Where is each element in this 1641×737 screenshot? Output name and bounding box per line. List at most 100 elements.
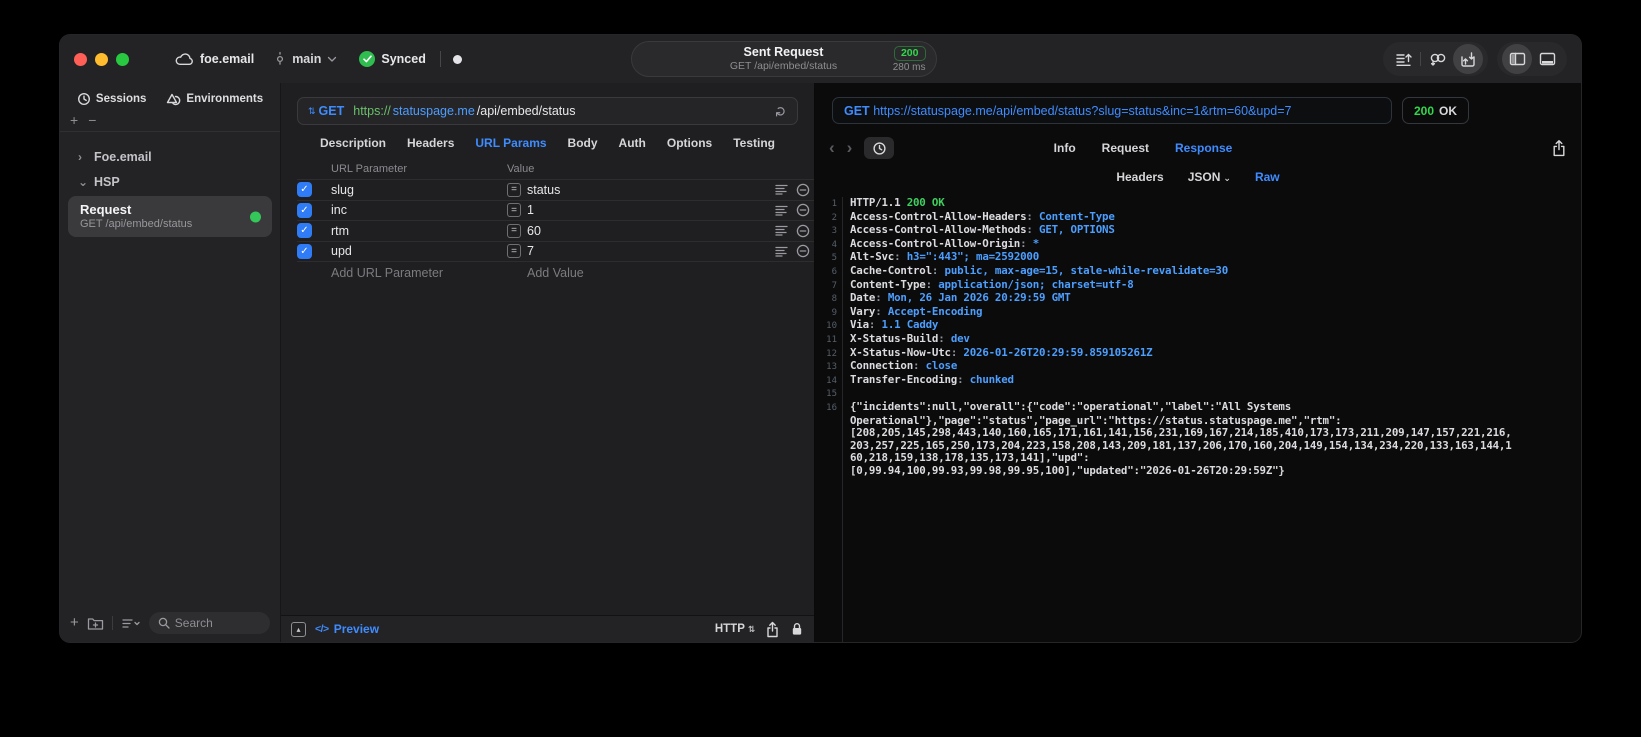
request-tab-url-params[interactable]: URL Params xyxy=(475,136,546,150)
response-url-box[interactable]: GET https://statuspage.me/api/embed/stat… xyxy=(832,97,1392,124)
history-forward-button[interactable]: › xyxy=(847,138,853,158)
list-sort-icon xyxy=(122,618,140,628)
toggle-left-sidebar-button[interactable] xyxy=(1502,44,1532,74)
import-box-icon xyxy=(1461,51,1475,67)
multiline-edit-icon[interactable] xyxy=(775,205,789,216)
sync-status[interactable]: Synced xyxy=(359,51,426,67)
response-tab-response[interactable]: Response xyxy=(1175,141,1232,155)
request-summary-pill[interactable]: Sent Request GET /api/embed/status 200 2… xyxy=(630,41,937,77)
add-session-button[interactable]: + xyxy=(70,113,78,127)
import-request-button[interactable] xyxy=(1453,44,1483,74)
response-tab-request[interactable]: Request xyxy=(1102,141,1149,155)
flow-sync-button[interactable] xyxy=(1423,44,1453,74)
share-request-button[interactable] xyxy=(765,621,780,638)
remove-param-icon[interactable] xyxy=(796,183,810,197)
chevron-down-icon[interactable]: ⌄ xyxy=(78,175,88,189)
response-subtab-raw[interactable]: Raw xyxy=(1255,170,1280,184)
preview-button[interactable]: </> Preview xyxy=(315,622,379,636)
new-folder-button[interactable] xyxy=(87,616,104,631)
request-tab-testing[interactable]: Testing xyxy=(733,136,775,150)
remove-param-icon[interactable] xyxy=(796,203,810,217)
remove-param-icon[interactable] xyxy=(796,244,810,258)
sort-options-button[interactable] xyxy=(121,617,141,630)
response-status-text: OK xyxy=(1439,103,1458,118)
param-checkbox[interactable]: ✓ xyxy=(297,243,312,259)
left-panel-icon xyxy=(1509,52,1525,66)
multiline-edit-icon[interactable] xyxy=(775,246,789,257)
param-value-input[interactable]: 60 xyxy=(527,224,541,238)
remove-session-button[interactable]: − xyxy=(88,113,96,127)
param-name-input[interactable]: rtm xyxy=(331,224,507,238)
lock-button[interactable] xyxy=(790,621,804,637)
protocol-selector[interactable]: HTTP ⇅ xyxy=(715,623,755,635)
response-tab-info[interactable]: Info xyxy=(1054,141,1076,155)
response-subtab-json[interactable]: JSON ⌄ xyxy=(1188,170,1231,184)
add-value-button[interactable]: Add Value xyxy=(507,266,768,280)
branch-selector[interactable]: main xyxy=(274,51,337,67)
column-value: Value xyxy=(507,163,535,175)
param-name-input[interactable]: upd xyxy=(331,244,507,258)
response-subtabs: Headers JSON ⌄ Raw xyxy=(815,170,1581,184)
param-checkbox[interactable]: ✓ xyxy=(297,182,312,198)
method-stepper-icon[interactable]: ⇅ xyxy=(308,106,316,117)
share-icon xyxy=(767,621,778,637)
param-name-input[interactable]: slug xyxy=(331,183,507,197)
response-panel: GET https://statuspage.me/api/embed/stat… xyxy=(815,83,1581,642)
param-checkbox[interactable]: ✓ xyxy=(297,202,312,218)
tree-item-hsp[interactable]: ⌄ HSP xyxy=(66,169,274,194)
equals-icon: = xyxy=(507,182,521,197)
param-value-input[interactable]: 1 xyxy=(527,203,534,217)
code-line: 3 Access-Control-Allow-Methods: GET, OPTI… xyxy=(831,223,1115,237)
response-subtab-headers[interactable]: Headers xyxy=(1116,170,1163,184)
traffic-lights xyxy=(74,52,129,66)
param-checkbox[interactable]: ✓ xyxy=(297,223,312,239)
sidebar-search-input[interactable]: Search xyxy=(148,612,270,634)
column-url-parameter: URL Parameter xyxy=(331,163,408,175)
export-list-button[interactable] xyxy=(1388,44,1418,74)
request-tab-options[interactable]: Options xyxy=(667,136,712,150)
project-selector[interactable]: foe.email xyxy=(175,52,254,66)
code-line: 12 X-Status-Now-Utc: 2026-01-26T20:29:59.… xyxy=(826,345,1153,359)
sync-status-label: Synced xyxy=(381,52,426,66)
history-back-button[interactable]: ‹ xyxy=(829,138,835,158)
cloud-icon xyxy=(175,53,193,66)
multiline-edit-icon[interactable] xyxy=(775,225,789,236)
request-tab-description[interactable]: Description xyxy=(320,136,386,150)
sessions-clock-icon xyxy=(77,92,90,106)
code-line: 11 X-Status-Build: dev xyxy=(826,331,970,345)
tab-sessions[interactable]: Sessions xyxy=(77,92,146,106)
close-window-button[interactable] xyxy=(74,52,87,66)
flow-loops-icon xyxy=(1430,53,1446,66)
response-status-button[interactable]: 200 OK xyxy=(1402,97,1470,124)
session-tree: › Foe.email ⌄ HSP Request GET /api/embed… xyxy=(60,132,280,237)
send-reload-button[interactable]: ↻ xyxy=(773,105,790,117)
toggle-bottom-panel-button[interactable] xyxy=(1532,44,1562,74)
export-response-button[interactable] xyxy=(1551,139,1567,157)
response-url: https://statuspage.me/api/embed/status?s… xyxy=(873,103,1292,118)
request-tab-body[interactable]: Body xyxy=(568,136,598,150)
request-tab-headers[interactable]: Headers xyxy=(407,136,454,150)
request-panel: ⇅ GET https://statuspage.me/api/embed/st… xyxy=(281,83,815,642)
param-row: ✓ rtm = 60 xyxy=(297,220,814,241)
new-request-button[interactable]: + xyxy=(70,615,79,630)
preview-label: Preview xyxy=(333,622,380,636)
titlebar: foe.email main Synced Sent Request GET /… xyxy=(60,35,1581,83)
param-value-input[interactable]: 7 xyxy=(527,244,534,258)
request-url-bar[interactable]: ⇅ GET https://statuspage.me/api/embed/st… xyxy=(297,97,798,125)
multiline-edit-icon[interactable] xyxy=(775,184,789,195)
add-url-parameter-button[interactable]: Add URL Parameter xyxy=(331,266,507,280)
history-button[interactable] xyxy=(864,137,895,159)
collapse-panel-button[interactable]: ▴ xyxy=(291,621,306,637)
param-value-input[interactable]: status xyxy=(527,183,560,197)
request-list-item[interactable]: Request GET /api/embed/status xyxy=(68,196,272,237)
chevron-right-icon[interactable]: › xyxy=(78,150,86,164)
remove-param-icon[interactable] xyxy=(796,224,810,238)
zoom-window-button[interactable] xyxy=(116,52,129,66)
tree-item-foe-email[interactable]: › Foe.email xyxy=(66,144,274,169)
response-code-view[interactable]: 1 HTTP/1.1 200 OK 2 Access-Control-Allow-He… xyxy=(815,197,1581,642)
request-method[interactable]: GET xyxy=(319,104,345,118)
tab-environments[interactable]: Environments xyxy=(166,92,263,106)
minimize-window-button[interactable] xyxy=(95,52,108,66)
param-name-input[interactable]: inc xyxy=(331,203,507,217)
request-tab-auth[interactable]: Auth xyxy=(619,136,646,150)
